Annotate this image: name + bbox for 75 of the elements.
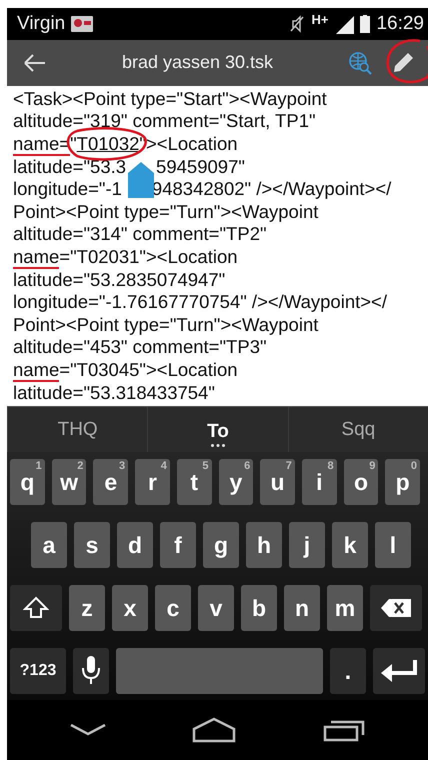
key[interactable]: z	[69, 585, 105, 632]
key-hint: 8	[328, 460, 334, 472]
code-line: <Task><Point type="Start"><Waypoint	[13, 88, 327, 110]
code-text: latitude="53.3	[13, 156, 126, 177]
key[interactable]: g	[203, 522, 239, 568]
key-hint: 9	[369, 460, 376, 472]
period-key[interactable]: .	[330, 648, 366, 694]
clock-time: 16:29	[376, 12, 424, 35]
mute-icon	[289, 14, 306, 33]
key[interactable]: k	[332, 522, 368, 568]
code-text: 59459097"	[156, 156, 245, 177]
key[interactable]: m	[327, 585, 363, 632]
back-arrow-icon	[23, 52, 47, 73]
code-line: altitude="453" comment="TP3"	[13, 336, 267, 359]
key-hint: 7	[286, 460, 292, 472]
key-hint: 5	[202, 460, 209, 472]
code-line: Point><Point type="Turn"><Waypoint	[13, 200, 318, 224]
file-title: brad yassen 30.tsk	[120, 52, 274, 74]
globe-search-icon	[348, 50, 372, 75]
symbols-key[interactable]: ?123	[10, 648, 66, 694]
code-line: name="T03045"><Location	[13, 358, 238, 382]
key[interactable]: h	[246, 522, 282, 568]
code-line: altitude="314" comment="TP2"	[13, 223, 267, 246]
chevron-down-icon	[70, 724, 106, 736]
key[interactable]: x	[112, 585, 148, 632]
key[interactable]: w 2	[52, 459, 86, 506]
key[interactable]: p 0	[385, 459, 420, 506]
network-type: H+	[311, 12, 328, 27]
carrier-name: Virgin	[17, 12, 66, 35]
key[interactable]: n	[284, 585, 320, 632]
key-hint: 1	[36, 460, 42, 472]
key[interactable]: f	[160, 522, 196, 568]
signal-icon	[334, 14, 354, 34]
key[interactable]: j	[289, 522, 325, 568]
key[interactable]: d	[117, 522, 153, 568]
key[interactable]: b	[241, 585, 277, 632]
key[interactable]: e 3	[93, 459, 128, 506]
key[interactable]: l	[375, 522, 411, 568]
battery-icon	[360, 14, 370, 33]
text-cursor-handle[interactable]	[128, 162, 154, 198]
code-line: latitude="53.2835074947"	[13, 268, 226, 292]
key[interactable]: c	[155, 585, 191, 632]
key[interactable]: v	[198, 585, 234, 632]
key-hint: 4	[160, 460, 167, 472]
key[interactable]: o 9	[344, 459, 378, 506]
code-line: Point><Point type="Turn"><Waypoint	[13, 314, 318, 336]
notification-icon	[71, 16, 94, 32]
shift-icon	[23, 596, 49, 620]
shift-key[interactable]	[10, 585, 62, 632]
recents-icon	[322, 718, 365, 742]
key-hint: 3	[118, 460, 126, 472]
key[interactable]: y 6	[218, 459, 254, 506]
key[interactable]: t 5	[176, 459, 212, 506]
key[interactable]: r 4	[135, 459, 170, 506]
key[interactable]: q 1	[10, 459, 45, 506]
code-text: longitude="-1	[13, 178, 122, 200]
key-hint: 6	[244, 460, 250, 472]
code-line: name="T02031"><Location	[13, 246, 238, 269]
code-line: longitude="-1.76167770754" /></Waypoint></	[13, 291, 388, 314]
key-hint: 2	[77, 460, 84, 472]
mic-key[interactable]	[73, 648, 109, 694]
code-line: altitude="319" comment="Start, TP1"	[13, 110, 316, 134]
key[interactable]: s	[74, 522, 110, 568]
key[interactable]: a	[31, 522, 67, 568]
enter-key[interactable]	[373, 648, 425, 694]
backspace-key[interactable]	[370, 585, 422, 632]
backspace-icon	[381, 599, 411, 618]
key[interactable]: i 8	[302, 459, 337, 506]
enter-icon	[381, 660, 417, 682]
home-icon	[192, 717, 236, 744]
key-hint: 0	[410, 460, 418, 472]
code-text: 948342802" /></Waypoint></	[152, 178, 392, 200]
key[interactable]: u 7	[260, 459, 295, 506]
microphone-icon	[82, 656, 100, 686]
code-line: latitude="53.318433754"	[13, 382, 215, 404]
